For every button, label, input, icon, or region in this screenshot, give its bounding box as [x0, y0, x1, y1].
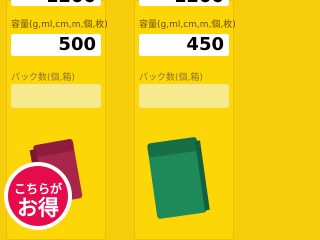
- left-price-field[interactable]: 1200: [11, 0, 101, 6]
- best-deal-badge-icon: こちらが お得: [4, 162, 72, 230]
- left-pack-field[interactable]: [11, 84, 101, 108]
- right-price-field[interactable]: 1200: [139, 0, 229, 6]
- right-product-box-icon[interactable]: [144, 134, 210, 222]
- badge-line1: こちらが: [14, 181, 62, 196]
- right-pack-label: パック数(個,箱): [139, 73, 203, 83]
- right-pack-field[interactable]: [139, 84, 229, 108]
- badge-line2: お得: [17, 196, 59, 220]
- left-pack-label: パック数(個,箱): [11, 73, 75, 83]
- left-capacity-field[interactable]: 500: [11, 34, 101, 56]
- right-capacity-label: 容量(g,ml,cm,m,個,枚): [139, 20, 236, 30]
- left-capacity-label: 容量(g,ml,cm,m,個,枚): [11, 20, 108, 30]
- right-capacity-field[interactable]: 450: [139, 34, 229, 56]
